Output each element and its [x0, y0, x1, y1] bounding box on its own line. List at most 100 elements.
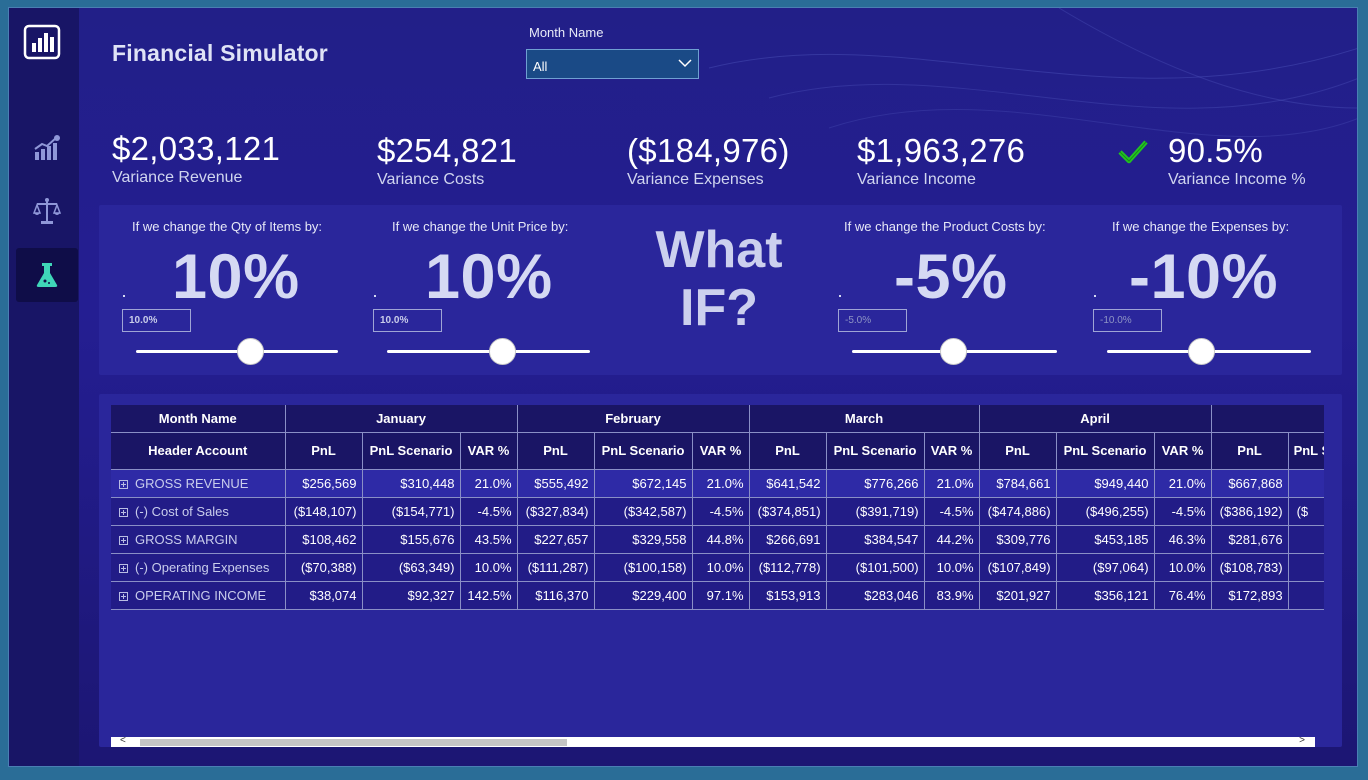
- expand-icon[interactable]: [119, 563, 128, 573]
- app-frame: Financial Simulator Month Name All $2,03…: [8, 7, 1358, 767]
- account-cell[interactable]: GROSS REVENUE: [111, 469, 286, 498]
- account-cell[interactable]: GROSS MARGIN: [111, 525, 286, 554]
- price-param-input[interactable]: 10.0%: [373, 309, 442, 332]
- value-cell: $356,121: [1056, 581, 1155, 610]
- horizontal-scrollbar[interactable]: < >: [111, 735, 1315, 747]
- qty-param-value: 10%: [172, 242, 300, 312]
- scrollbar-thumb[interactable]: [140, 739, 567, 746]
- bar-chart-logo-icon[interactable]: [23, 24, 63, 62]
- col-header[interactable]: PnL: [749, 432, 827, 470]
- value-cell: $555,492: [517, 469, 595, 498]
- value-cell: 44.8%: [692, 525, 750, 554]
- value-cell: 10.0%: [924, 553, 980, 582]
- flask-icon: [36, 263, 58, 287]
- value-cell: ($154,771): [362, 497, 461, 526]
- kpi-variance-expenses: ($184,976) Variance Expenses: [627, 132, 790, 189]
- month-filter-dropdown[interactable]: All: [526, 49, 699, 79]
- value-cell: [1288, 553, 1324, 582]
- scroll-right-arrow[interactable]: >: [1299, 735, 1305, 746]
- value-cell: 43.5%: [460, 525, 518, 554]
- row-header-top: Month Name: [111, 405, 286, 433]
- value-cell: [1288, 581, 1324, 610]
- expand-icon[interactable]: [119, 479, 128, 489]
- costs-param-input[interactable]: -5.0%: [838, 309, 907, 332]
- nav-item-simulator[interactable]: [16, 248, 78, 302]
- table-row[interactable]: OPERATING INCOME $38,074 $92,327 142.5% $116…: [111, 581, 1324, 610]
- col-header[interactable]: PnL: [517, 432, 595, 470]
- qty-param-slider-thumb[interactable]: [237, 338, 264, 365]
- pnl-matrix: Month Name January February March April …: [111, 405, 1324, 610]
- kpi-value: 90.5%: [1168, 132, 1264, 169]
- account-cell[interactable]: (-) Operating Expenses: [111, 553, 286, 582]
- row-header[interactable]: Header Account: [111, 432, 286, 470]
- table-row[interactable]: GROSS REVENUE $256,569 $310,448 21.0% $555,4…: [111, 469, 1324, 498]
- col-header[interactable]: VAR %: [1154, 432, 1212, 470]
- account-label: (-) Operating Expenses: [135, 559, 270, 575]
- kpi-variance-costs: $254,821 Variance Costs: [377, 132, 517, 189]
- value-cell: ($496,255): [1056, 497, 1155, 526]
- expand-icon[interactable]: [119, 535, 128, 545]
- kpi-label: Variance Costs: [377, 171, 485, 188]
- value-cell: 10.0%: [1154, 553, 1212, 582]
- col-header[interactable]: PnL Scenario: [826, 432, 925, 470]
- account-cell[interactable]: OPERATING INCOME: [111, 581, 286, 610]
- table-row[interactable]: (-) Operating Expenses ($70,388) ($63,349)…: [111, 553, 1324, 582]
- value-cell: $309,776: [979, 525, 1057, 554]
- value-cell: ($327,834): [517, 497, 595, 526]
- price-param-slider-thumb[interactable]: [489, 338, 516, 365]
- month-header[interactable]: M: [1211, 405, 1324, 433]
- nav-item-growth[interactable]: [16, 122, 78, 176]
- scroll-left-arrow[interactable]: <: [120, 735, 126, 746]
- what-if-line1: What: [655, 221, 783, 279]
- expand-icon[interactable]: [119, 591, 128, 601]
- value-cell: ($112,778): [749, 553, 827, 582]
- col-header[interactable]: PnL Scenario: [1056, 432, 1155, 470]
- value-cell: [1288, 469, 1324, 498]
- month-header[interactable]: March: [749, 405, 980, 433]
- col-header[interactable]: PnL Scenario: [1288, 432, 1324, 470]
- pnl-matrix-viewport[interactable]: Month Name January February March April …: [111, 405, 1324, 620]
- costs-param-label: If we change the Product Costs by:: [844, 219, 1046, 234]
- month-header-row: Month Name January February March April …: [111, 405, 1324, 433]
- value-cell: $227,657: [517, 525, 595, 554]
- expenses-param-input[interactable]: -10.0%: [1093, 309, 1162, 332]
- value-cell: $776,266: [826, 469, 925, 498]
- sidebar: [9, 8, 79, 766]
- check-icon: [1118, 140, 1148, 164]
- month-header[interactable]: January: [285, 405, 518, 433]
- col-header[interactable]: PnL Scenario: [362, 432, 461, 470]
- expenses-param-slider-thumb[interactable]: [1188, 338, 1215, 365]
- expenses-param-label: If we change the Expenses by:: [1112, 219, 1290, 234]
- col-header[interactable]: VAR %: [692, 432, 750, 470]
- value-cell: $229,400: [594, 581, 693, 610]
- value-cell: ($97,064): [1056, 553, 1155, 582]
- nav-item-scales[interactable]: [16, 184, 78, 238]
- kpi-variance-income: $1,963,276 Variance Income: [857, 132, 1025, 189]
- col-header[interactable]: PnL: [1211, 432, 1289, 470]
- account-label: OPERATING INCOME: [135, 587, 267, 603]
- value-cell: $784,661: [979, 469, 1057, 498]
- price-param-label: If we change the Unit Price by:: [392, 219, 569, 234]
- table-row[interactable]: (-) Cost of Sales ($148,107) ($154,771) -4.…: [111, 497, 1324, 526]
- account-label: GROSS REVENUE: [135, 475, 249, 491]
- month-header[interactable]: April: [979, 405, 1212, 433]
- value-cell: $172,893: [1211, 581, 1289, 610]
- col-header[interactable]: PnL: [285, 432, 363, 470]
- col-header[interactable]: PnL: [979, 432, 1057, 470]
- expand-icon[interactable]: [119, 507, 128, 517]
- page-title: Financial Simulator: [112, 40, 328, 66]
- account-cell[interactable]: (-) Cost of Sales: [111, 497, 286, 526]
- costs-param-slider-thumb[interactable]: [940, 338, 967, 365]
- value-cell: 21.0%: [924, 469, 980, 498]
- col-header[interactable]: VAR %: [924, 432, 980, 470]
- value-cell: $153,913: [749, 581, 827, 610]
- col-header[interactable]: PnL Scenario: [594, 432, 693, 470]
- kpi-variance-income-pct: 90.5% Variance Income %: [1168, 132, 1306, 189]
- table-row[interactable]: GROSS MARGIN $108,462 $155,676 43.5% $227,65…: [111, 525, 1324, 554]
- qty-param-input[interactable]: 10.0%: [122, 309, 191, 332]
- col-header[interactable]: VAR %: [460, 432, 518, 470]
- value-cell: $453,185: [1056, 525, 1155, 554]
- value-cell: $201,927: [979, 581, 1057, 610]
- value-cell: ($391,719): [826, 497, 925, 526]
- month-header[interactable]: February: [517, 405, 750, 433]
